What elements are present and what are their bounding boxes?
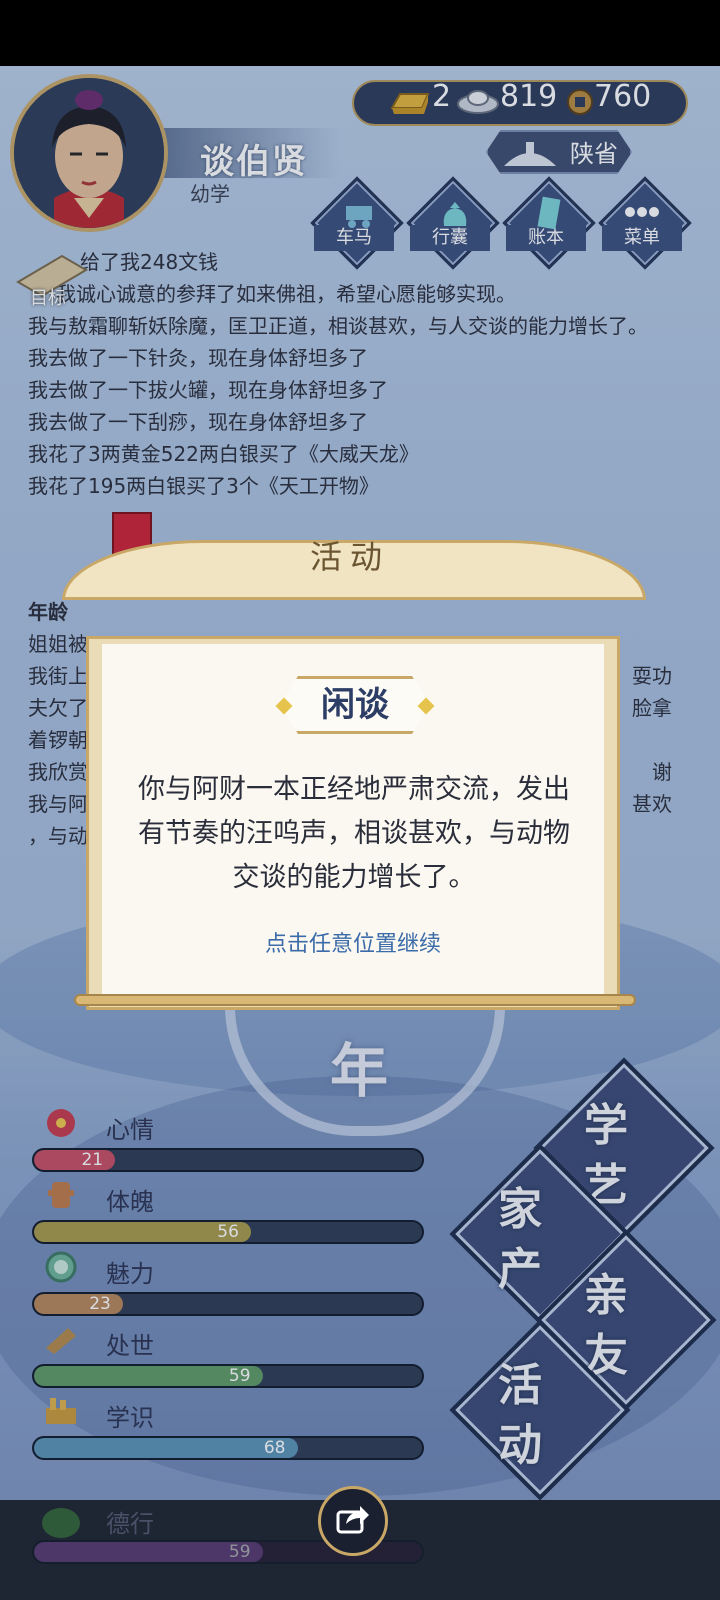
stat-label: 德行 [106,1510,154,1538]
dialog-message: 你与阿财一本正经地严肃交流，发出有节奏的汪呜声，相谈甚欢，与动物交谈的能力增长了… [138,774,570,893]
continue-hint[interactable]: 点击任意位置继续 [102,926,604,958]
activity-tag-label: 闲谈 [321,685,389,725]
virtue-icon [42,1508,80,1538]
virtue-value: 59 [228,1542,251,1562]
scroll-rod [74,994,636,1006]
dialog-title: 活动 [310,538,391,576]
share-icon [336,1506,369,1534]
